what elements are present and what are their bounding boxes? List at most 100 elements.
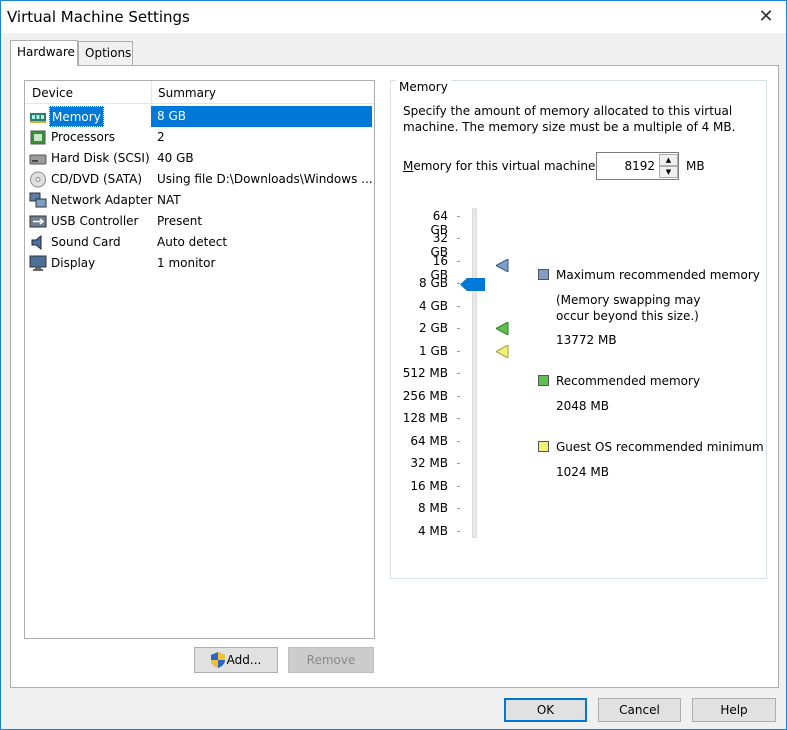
cancel-button-label: Cancel [619, 703, 660, 717]
tab-options[interactable]: Options [78, 41, 133, 65]
device-summary: 8 GB [151, 106, 372, 127]
scale-label: 16 MB [410, 479, 448, 493]
device-list[interactable]: Device Summary Memory 8 GB Processors 2 … [24, 80, 375, 639]
device-name: Processors [51, 130, 116, 144]
scale-label: 2 GB [419, 321, 448, 335]
scale-tick [457, 508, 460, 509]
device-name: Network Adapter [51, 193, 153, 207]
scale-label: 1 GB [419, 344, 448, 358]
device-summary: Present [157, 214, 203, 228]
shield-icon [210, 652, 225, 668]
scale-label: 8 MB [417, 501, 448, 515]
decrement-arrow-icon[interactable]: ▼ [659, 166, 678, 178]
device-row-processors[interactable]: Processors 2 [27, 127, 372, 148]
remove-device-button[interactable]: Remove [288, 647, 374, 673]
scale-tick [457, 531, 460, 532]
device-row-sound-card[interactable]: Sound Card Auto detect [27, 232, 372, 253]
processor-icon [30, 130, 46, 145]
device-row-display[interactable]: Display 1 monitor [27, 253, 372, 274]
increment-arrow-icon[interactable]: ▲ [659, 154, 678, 166]
scale-tick [457, 261, 460, 262]
device-row-hard-disk[interactable]: Hard Disk (SCSI) 40 GB [27, 148, 372, 169]
scale-tick [457, 328, 460, 329]
memory-icon [30, 113, 46, 123]
memory-field-label: Memory for this virtual machine: [403, 159, 599, 173]
add-button-label: Add... [226, 653, 262, 667]
max-recommended-swatch-icon [538, 269, 549, 280]
device-list-header: Device Summary [25, 81, 374, 104]
device-summary: Using file D:\Downloads\Windows ... [157, 172, 372, 186]
scale-label: 8 GB [419, 276, 448, 290]
ok-button-label: OK [536, 703, 555, 717]
window-title: Virtual Machine Settings [7, 8, 190, 26]
recommended-swatch-icon [538, 375, 549, 386]
memory-description: Specify the amount of memory allocated t… [403, 104, 736, 134]
recommended-marker-icon [496, 322, 509, 335]
max-recommended-value: 13772 MB [556, 333, 617, 347]
max-recommended-title: Maximum recommended memory [556, 268, 760, 282]
cancel-button[interactable]: Cancel [598, 698, 681, 722]
scale-label: 32 MB [410, 456, 448, 470]
scale-label: 256 MB [402, 389, 448, 403]
close-icon[interactable]: ✕ [756, 7, 776, 27]
guest-minimum-swatch-icon [538, 441, 549, 452]
remove-button-label: Remove [306, 653, 356, 667]
recommended-title: Recommended memory [556, 374, 701, 388]
device-row-network-adapter[interactable]: Network Adapter NAT [27, 190, 372, 211]
device-column-header[interactable]: Device [32, 86, 73, 100]
vm-settings-window: Virtual Machine Settings ✕ Hardware Opti… [0, 0, 787, 730]
scale-tick [457, 441, 460, 442]
device-name: USB Controller [51, 214, 139, 228]
scale-tick [457, 216, 460, 217]
device-name: Hard Disk (SCSI) [51, 151, 150, 165]
scale-label: 512 MB [402, 366, 448, 380]
memory-stepper[interactable]: 8192 ▲ ▼ [596, 152, 679, 180]
guest-minimum-marker-icon [496, 345, 509, 358]
device-summary: 40 GB [157, 151, 194, 165]
network-adapter-icon [29, 192, 47, 208]
scale-tick [457, 418, 460, 419]
max-recommended-note-line2: occur beyond this size.) [556, 309, 699, 323]
scale-tick [457, 463, 460, 464]
usb-icon [29, 215, 47, 228]
scale-tick [457, 306, 460, 307]
memory-unit: MB [686, 159, 705, 173]
ok-button[interactable]: OK [504, 698, 587, 722]
scale-label: 4 GB [419, 299, 448, 313]
tab-hardware[interactable]: Hardware [10, 40, 78, 66]
device-row-cd-dvd[interactable]: CD/DVD (SATA) Using file D:\Downloads\Wi… [27, 169, 372, 190]
device-name: Sound Card [51, 235, 121, 249]
scale-tick [457, 238, 460, 239]
memory-field-label-accesskey: M [403, 159, 414, 173]
guest-minimum-title: Guest OS recommended minimum [556, 440, 764, 454]
guest-minimum-value: 1024 MB [556, 465, 609, 479]
scale-tick [457, 351, 460, 352]
device-name: Display [51, 256, 96, 270]
memory-slider-track[interactable] [472, 208, 477, 538]
sound-card-icon [31, 234, 42, 251]
max-recommended-note-line1: (Memory swapping may [556, 293, 701, 307]
help-button-label: Help [720, 703, 748, 717]
column-divider[interactable] [151, 81, 152, 104]
tab-options-label: Options [85, 46, 132, 60]
hardware-panel: Device Summary Memory 8 GB Processors 2 … [10, 65, 779, 688]
device-summary: NAT [157, 193, 181, 207]
scale-label: 4 MB [417, 524, 448, 538]
add-device-button[interactable]: Add... [194, 647, 278, 673]
device-summary: Auto detect [157, 235, 228, 249]
device-row-usb-controller[interactable]: USB Controller Present [27, 211, 372, 232]
help-button[interactable]: Help [692, 698, 776, 722]
scale-tick [457, 373, 460, 374]
scale-label: 128 MB [402, 411, 448, 425]
memory-slider-thumb[interactable] [460, 278, 485, 291]
memory-group-title: Memory [396, 80, 451, 94]
device-name: Memory [49, 106, 104, 127]
summary-column-header[interactable]: Summary [158, 86, 216, 100]
memory-field-label-text: emory for this virtual machine: [413, 159, 600, 173]
scale-tick [457, 486, 460, 487]
memory-value-input[interactable]: 8192 [597, 159, 655, 173]
max-recommended-marker-icon [496, 259, 509, 272]
device-summary: 1 monitor [157, 256, 216, 270]
display-icon [29, 255, 47, 271]
device-row-memory[interactable]: Memory 8 GB [27, 106, 372, 127]
